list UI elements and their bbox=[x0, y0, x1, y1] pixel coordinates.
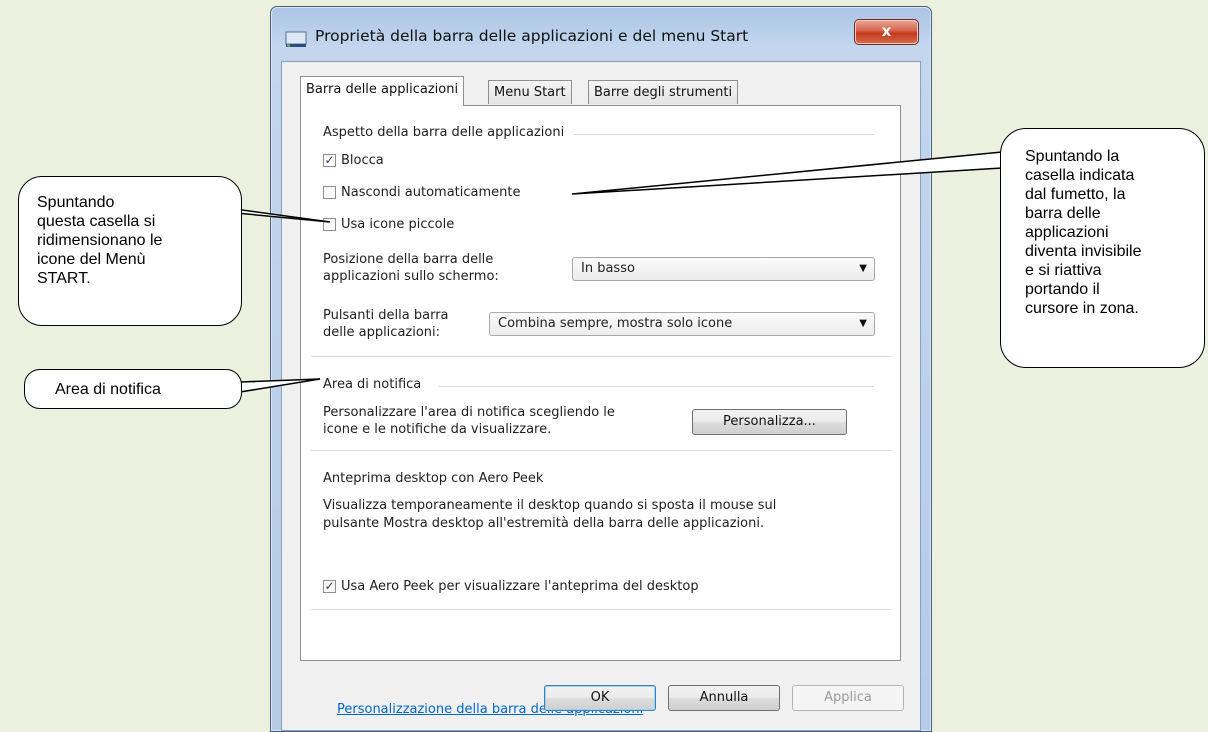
callout-line: dal fumetto, la bbox=[1025, 186, 1126, 203]
callout-line: START. bbox=[37, 270, 91, 287]
appearance-group-title: Aspetto della barra delle applicazioni bbox=[323, 125, 565, 140]
callout-line: e si riattiva bbox=[1025, 262, 1102, 279]
buttons-label-line1: Pulsanti della barra bbox=[323, 308, 449, 323]
close-button[interactable]: x bbox=[854, 19, 919, 45]
callout-line: portando il bbox=[1025, 281, 1100, 298]
ok-button[interactable]: OK bbox=[544, 685, 656, 711]
callout-notification-area: Area di notifica bbox=[24, 369, 242, 409]
position-select-value: In basso bbox=[581, 261, 635, 276]
callout-small-icons: Spuntando questa casella si ridimensiona… bbox=[18, 176, 242, 326]
aero-peek-group-title: Anteprima desktop con Aero Peek bbox=[323, 471, 544, 486]
aero-peek-text-line2: pulsante Mostra desktop all'estremità de… bbox=[323, 516, 765, 531]
position-label-line1: Posizione della barra delle bbox=[323, 252, 494, 267]
notification-text-line1: Personalizzare l'area di notifica scegli… bbox=[323, 405, 615, 420]
chevron-down-icon: ▼ bbox=[859, 263, 867, 274]
group-divider bbox=[311, 450, 891, 451]
callout-line: Spuntando bbox=[37, 194, 115, 211]
autohide-checkbox[interactable] bbox=[323, 186, 336, 199]
notification-text-line2: icone e le notifiche da visualizzare. bbox=[323, 422, 552, 437]
callout-line: casella indicata bbox=[1025, 167, 1135, 184]
callout-autohide: Spuntando la casella indicata dal fumett… bbox=[1000, 128, 1205, 368]
taskbar-properties-icon bbox=[285, 31, 307, 47]
small-icons-checkbox[interactable] bbox=[323, 218, 336, 231]
title-bar[interactable]: Proprietà della barra delle applicazioni… bbox=[271, 7, 931, 59]
callout-line: cursore in zona. bbox=[1025, 300, 1139, 317]
tab-toolbars[interactable]: Barre degli strumenti bbox=[588, 80, 739, 104]
taskbar-buttons-select-value: Combina sempre, mostra solo icone bbox=[498, 316, 733, 331]
group-divider bbox=[439, 386, 874, 387]
group-divider bbox=[574, 134, 874, 135]
buttons-label-line2: delle applicazioni: bbox=[323, 325, 441, 340]
customize-button[interactable]: Personalizza... bbox=[692, 409, 847, 435]
notification-group-title: Area di notifica bbox=[323, 377, 422, 392]
small-icons-label: Usa icone piccole bbox=[341, 217, 455, 232]
callout-line: diventa invisibile bbox=[1025, 243, 1142, 260]
lock-label: Blocca bbox=[341, 153, 384, 168]
tab-start-menu[interactable]: Menu Start bbox=[488, 80, 572, 104]
callout-line: icone del Menù bbox=[37, 251, 146, 268]
group-divider bbox=[311, 356, 891, 357]
cancel-button[interactable]: Annulla bbox=[668, 685, 780, 711]
position-select[interactable]: In basso ▼ bbox=[572, 257, 875, 281]
lock-checkbox[interactable]: ✓ bbox=[323, 154, 336, 167]
callout-line: Spuntando la bbox=[1025, 148, 1120, 165]
apply-button[interactable]: Applica bbox=[792, 685, 904, 711]
taskbar-buttons-select[interactable]: Combina sempre, mostra solo icone ▼ bbox=[489, 312, 875, 336]
dialog-window: Proprietà della barra delle applicazioni… bbox=[270, 6, 932, 732]
autohide-label: Nascondi automaticamente bbox=[341, 185, 521, 200]
window-title: Proprietà della barra delle applicazioni… bbox=[315, 27, 749, 45]
tab-taskbar[interactable]: Barra delle applicazioni bbox=[300, 76, 465, 106]
aero-peek-text-line1: Visualizza temporaneamente il desktop qu… bbox=[323, 498, 777, 513]
chevron-down-icon: ▼ bbox=[859, 318, 867, 329]
callout-line: barra delle bbox=[1025, 205, 1101, 222]
callout-line: Area di notifica bbox=[55, 381, 161, 398]
tab-panel: Aspetto della barra delle applicazioni ✓… bbox=[300, 105, 901, 717]
aero-peek-checkbox[interactable]: ✓ bbox=[323, 580, 336, 593]
callout-line: ridimensionano le bbox=[37, 232, 163, 249]
callout-line: applicazioni bbox=[1025, 224, 1109, 241]
dialog-client-area: Barra delle applicazioni Menu Start Barr… bbox=[281, 61, 921, 731]
position-label-line2: applicazioni sullo schermo: bbox=[323, 269, 499, 284]
aero-peek-label: Usa Aero Peek per visualizzare l'antepri… bbox=[341, 579, 699, 594]
callout-line: questa casella si bbox=[37, 213, 156, 230]
group-divider bbox=[311, 609, 891, 610]
